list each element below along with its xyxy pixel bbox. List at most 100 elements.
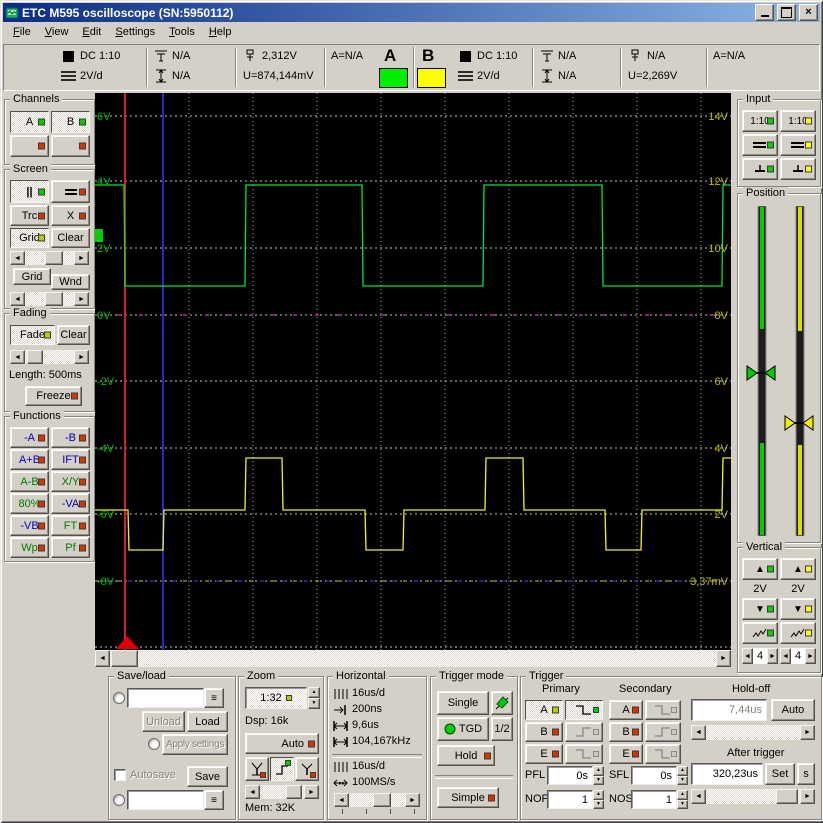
save-button[interactable]: Save [187,766,228,787]
half-button[interactable]: 1/2 [491,717,513,741]
scroll-right-icon[interactable]: ► [716,650,731,667]
scroll-left-icon[interactable]: ◄ [10,292,25,306]
scrollbar-thumb[interactable] [45,292,63,306]
load-button[interactable]: Load [187,711,228,732]
primary-source-e-button[interactable]: E [525,744,563,764]
nop-field[interactable]: 1 [547,790,593,809]
probe-a-button[interactable]: 1:10 [742,110,778,132]
secondary-source-e-button[interactable]: E [609,744,643,764]
filter-a-spinner[interactable]: ◄ 4 ► [742,648,778,664]
close-button[interactable]: × [799,4,818,21]
scroll-right-icon[interactable]: ► [800,789,815,804]
fade-button[interactable]: Fade [10,325,55,345]
primary-edge-b-button[interactable] [565,722,603,742]
menu-tools[interactable]: Tools [163,24,203,40]
flag-button[interactable] [491,691,513,715]
function-80pct-button[interactable]: 80% [10,493,49,514]
scope-display[interactable]: 6V4V2V0V-2V-4V-6V-8V14V12V10V8V6V4V2V3,3… [95,93,731,650]
save-slot-radio[interactable] [113,794,125,806]
trace-button[interactable]: Trc [10,205,49,226]
screen-clear-button[interactable]: Clear [51,228,90,248]
maximize-button[interactable] [777,4,796,21]
scroll-right-icon[interactable]: ► [74,251,89,265]
function-neg-b-button[interactable]: -B [51,427,90,448]
menu-help[interactable]: Help [203,24,240,40]
grid-button[interactable]: Grid [10,228,49,248]
zoom-ratio-spinner[interactable]: ▲▼ [308,687,320,709]
pfl-spinner[interactable]: ▲▼ [593,766,604,785]
holdoff-scrollbar[interactable]: ◄ ► [691,725,815,740]
function-xy-button[interactable]: X/Y [51,471,90,492]
function-a-minus-b-button[interactable]: A-B [10,471,49,492]
position-slider-a[interactable] [746,206,776,536]
set-button[interactable]: Set [765,763,795,785]
primary-source-b-button[interactable]: B [525,722,563,742]
scroll-right-icon[interactable]: ► [74,350,89,364]
channel-b-color-swatch[interactable] [417,68,446,88]
apply-settings-button[interactable]: Apply settings [162,734,228,755]
primary-source-a-button[interactable]: A [525,700,563,720]
function-pf-button[interactable]: Pf [51,537,90,558]
secondary-source-a-button[interactable]: A [609,700,643,720]
save-file-menu-button[interactable]: ≡ [204,790,224,810]
nos-spinner[interactable]: ▲▼ [677,790,688,809]
holdoff-field[interactable]: 7,44us [691,699,767,721]
scrollbar-thumb[interactable] [45,251,63,265]
zoom-anchor-left-button[interactable] [245,757,269,781]
coupling-a-button[interactable] [742,134,778,156]
sfl-spinner[interactable]: ▲▼ [677,766,688,785]
filter-b-spinner[interactable]: ◄ 4 ► [780,648,816,664]
spin-right-icon[interactable]: ► [805,648,816,664]
load-file-menu-button[interactable]: ≡ [204,688,224,708]
window-scrollbar[interactable]: ◄ ► [10,292,89,306]
spin-up-icon[interactable]: ▲ [677,766,688,776]
filter-b-button[interactable] [780,622,816,644]
scroll-left-icon[interactable]: ◄ [245,785,260,799]
scroll-right-icon[interactable]: ► [800,725,815,740]
scroll-left-icon[interactable]: ◄ [691,725,706,740]
pfl-field[interactable]: 0s [547,766,593,785]
scroll-left-icon[interactable]: ◄ [10,350,25,364]
primary-edge-a-button[interactable] [565,700,603,720]
scroll-right-icon[interactable]: ► [304,785,319,799]
zoom-auto-button[interactable]: Auto [245,733,319,754]
menu-settings[interactable]: Settings [109,24,163,40]
save-file-field[interactable] [127,790,204,810]
scrollbar-thumb[interactable] [27,350,43,364]
secondary-edge-b-button[interactable] [645,722,681,742]
nop-spinner[interactable]: ▲▼ [593,790,604,809]
function-neg-vb-button[interactable]: -VB [10,515,49,536]
spin-up-icon[interactable]: ▲ [308,687,320,698]
coupling-b-button[interactable] [780,134,816,156]
zoom-scrollbar[interactable]: ◄ ► [245,785,319,799]
nos-field[interactable]: 1 [631,790,677,809]
scroll-left-icon[interactable]: ◄ [10,251,25,265]
scroll-left-icon[interactable]: ◄ [95,650,110,667]
position-slider-b[interactable] [784,206,814,536]
function-ft-button[interactable]: FT [51,515,90,536]
minimize-button[interactable] [755,4,774,21]
function-wp-button[interactable]: Wp [10,537,49,558]
scroll-left-icon[interactable]: ◄ [691,789,706,804]
channel-a-color-swatch[interactable] [379,68,408,88]
single-button[interactable]: Single [437,691,489,715]
pause-button[interactable]: || [10,180,49,203]
lines-mode-button[interactable] [51,180,90,203]
scrollbar-thumb[interactable] [776,789,798,804]
after-trigger-scrollbar[interactable]: ◄ ► [691,789,815,804]
zoom-anchor-right-button[interactable] [295,757,319,781]
scrollbar-thumb[interactable] [286,785,302,799]
filter-a-button[interactable] [742,622,778,644]
tgd-button[interactable]: TGD [437,717,489,741]
tab-grid[interactable]: Grid [13,268,51,285]
secondary-edge-a-button[interactable] [645,700,681,720]
scrollbar-thumb[interactable] [111,650,138,667]
apply-settings-radio[interactable] [148,738,160,750]
channel-b-aux-button[interactable] [51,135,90,157]
scroll-right-icon[interactable]: ► [405,793,420,807]
function-a-plus-b-button[interactable]: A+B [10,449,49,470]
ground-a-button[interactable] [742,158,778,180]
scale-up-a-button[interactable]: ▲ [742,558,778,580]
spin-down-icon[interactable]: ▼ [593,800,604,810]
fade-length-scrollbar[interactable]: ◄ ► [10,350,89,364]
